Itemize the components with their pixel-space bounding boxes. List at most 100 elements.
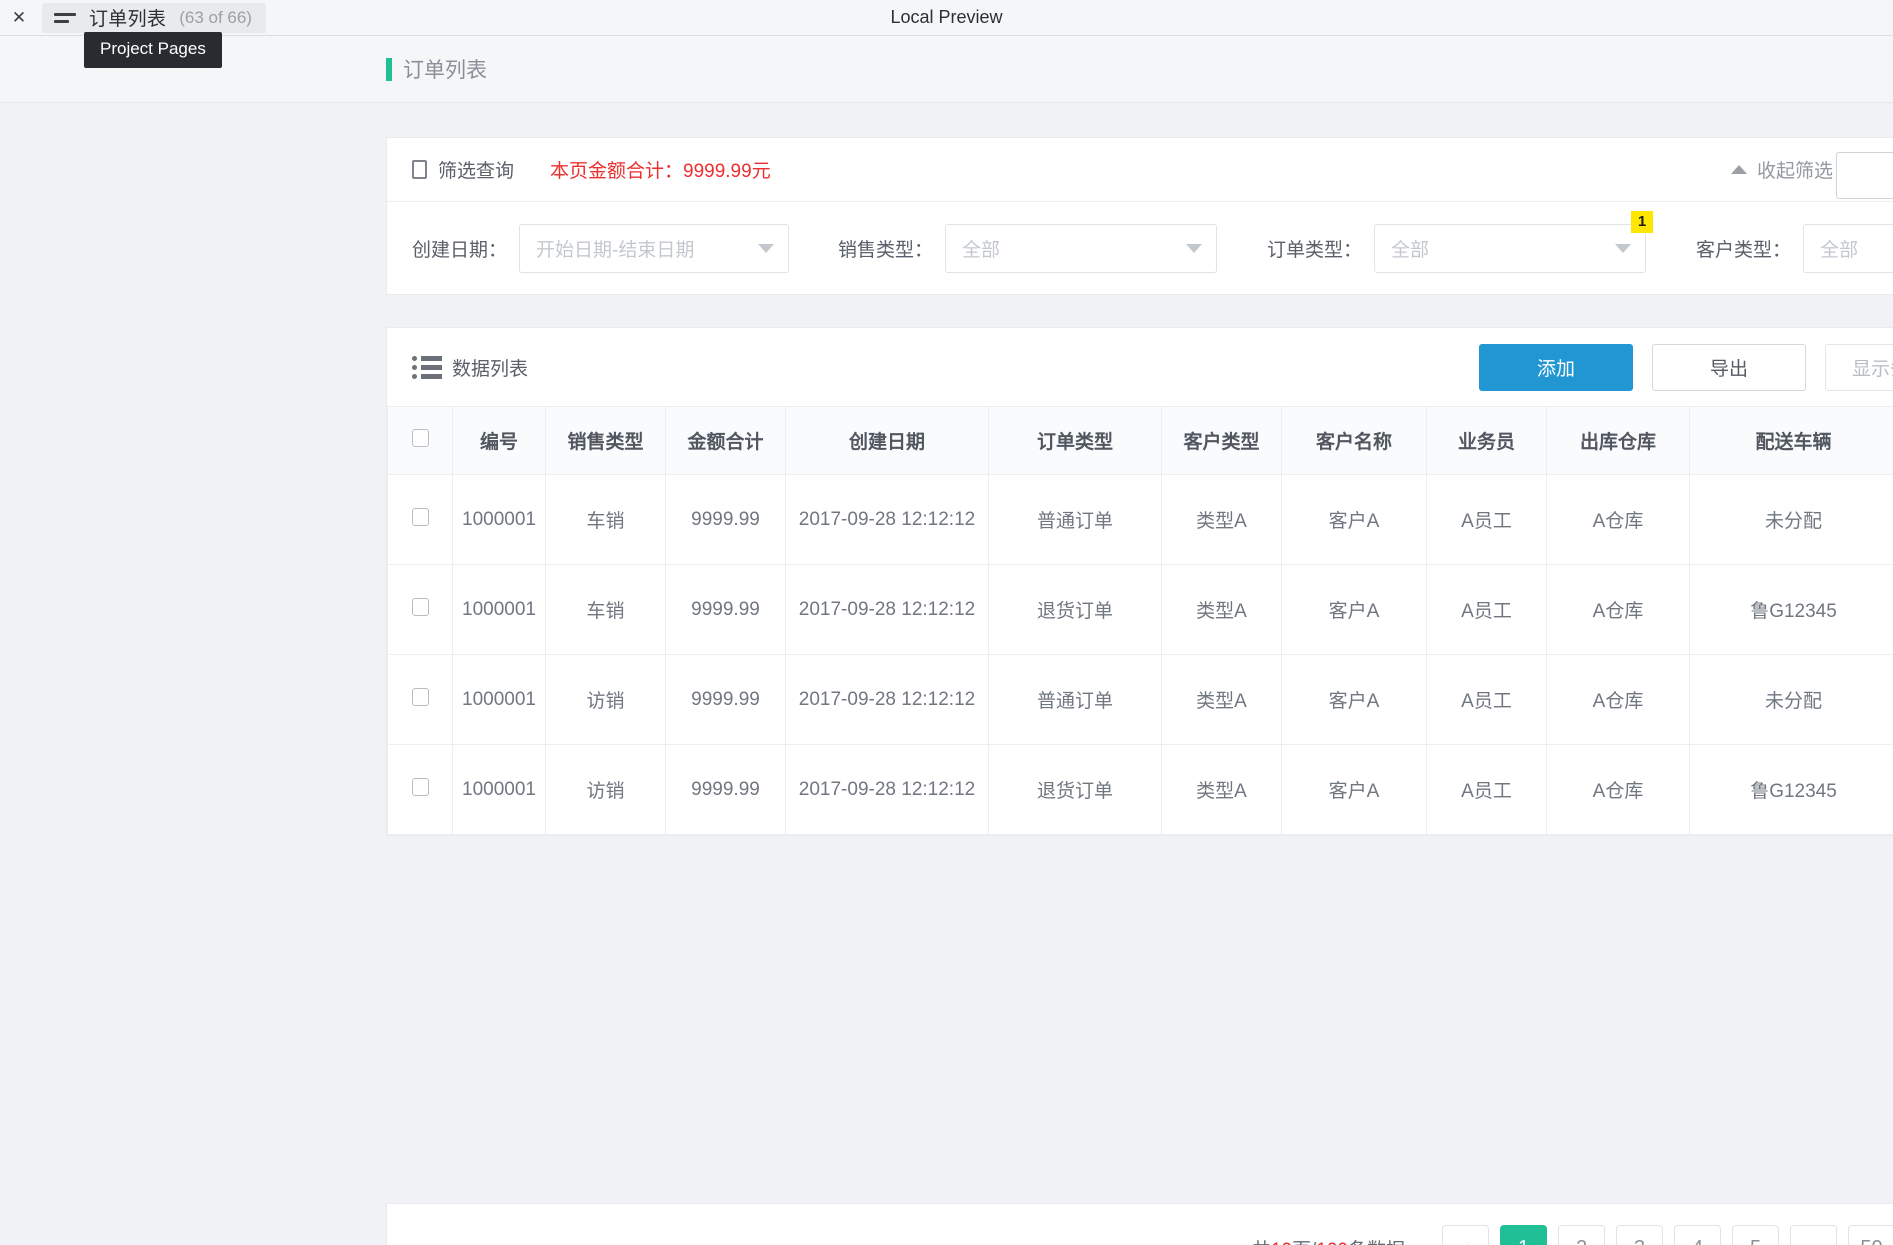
pagination-summary-suffix: 条数据 <box>1348 1240 1405 1245</box>
page-title-accent-bar <box>386 57 392 81</box>
cell-salesperson: A员工 <box>1426 474 1547 565</box>
edge-clipped-input[interactable] <box>1836 152 1893 199</box>
table-header-warehouse: 出库仓库 <box>1546 406 1690 475</box>
cell-salesperson: A员工 <box>1426 654 1547 745</box>
table-header-select-all[interactable] <box>387 406 453 475</box>
hamburger-icon[interactable] <box>54 12 76 23</box>
cell-create-date: 2017-09-28 12:12:12 <box>785 744 989 835</box>
cell-customer-type: 类型A <box>1161 744 1282 835</box>
cell-create-date: 2017-09-28 12:12:12 <box>785 654 989 745</box>
browser-topbar: ✕ 订单列表 (63 of 66) Local Preview Project … <box>0 0 1893 68</box>
orders-table: 编号 销售类型 金额合计 创建日期 订单类型 客户类型 客户名称 业务员 出库仓… <box>387 406 1893 835</box>
customer-type-select[interactable]: 全部 <box>1803 223 1893 273</box>
page-button-50[interactable]: 50 <box>1848 1224 1893 1245</box>
cell-create-date: 2017-09-28 12:12:12 <box>785 474 989 565</box>
cell-id: 1000001 <box>452 654 546 745</box>
data-list-header: 数据列表 添加 导出 显示条数 <box>387 328 1893 406</box>
pagination-summary-mid: 页/ <box>1292 1240 1316 1245</box>
page-button-4[interactable]: 4 <box>1674 1224 1721 1245</box>
tab-count: (63 of 66) <box>179 7 252 27</box>
table-row[interactable]: 1000001 车销 9999.99 2017-09-28 12:12:12 普… <box>387 474 1893 565</box>
row-checkbox-cell[interactable] <box>387 564 453 655</box>
data-list-actions: 添加 导出 显示条数 <box>1479 343 1893 391</box>
cell-id: 1000001 <box>452 564 546 655</box>
row-checkbox[interactable] <box>411 597 429 616</box>
order-type-select[interactable]: 全部 1 <box>1374 210 1654 273</box>
pagination-total-pages: 10 <box>1271 1240 1292 1245</box>
pagination-bar: 共10页/100条数据 ‹ 1 2 3 4 5 … 50 <box>386 1203 1893 1245</box>
field-customer-type: 客户类型： 全部 <box>1696 223 1893 273</box>
data-list-title: 数据列表 <box>452 358 529 380</box>
project-pages-tab[interactable]: 订单列表 (63 of 66) <box>42 2 266 33</box>
cell-salesperson: A员工 <box>1426 564 1547 655</box>
chevron-down-icon <box>758 244 775 253</box>
cell-warehouse: A仓库 <box>1546 474 1690 565</box>
filter-card: 筛选查询 本页金额合计：9999.99元 收起筛选 创建日期： 开始日期-结束日… <box>386 137 1893 295</box>
cell-customer-type: 类型A <box>1161 654 1282 745</box>
table-row[interactable]: 1000001 访销 9999.99 2017-09-28 12:12:12 普… <box>387 654 1893 745</box>
table-row[interactable]: 1000001 车销 9999.99 2017-09-28 12:12:12 退… <box>387 564 1893 655</box>
chevron-up-icon <box>1730 165 1747 174</box>
page-title: 订单列表 <box>403 59 487 82</box>
window-title: Local Preview <box>890 7 1003 27</box>
filter-fields-row: 创建日期： 开始日期-结束日期 销售类型： 全部 订单类型： 全部 1 客户类型… <box>387 202 1893 294</box>
table-header-order-type: 订单类型 <box>988 406 1162 475</box>
row-checkbox-cell[interactable] <box>387 654 453 745</box>
row-checkbox[interactable] <box>411 777 429 796</box>
table-header-amount: 金额合计 <box>665 406 786 475</box>
select-all-checkbox[interactable] <box>411 428 429 447</box>
sale-type-value: 全部 <box>962 239 1001 261</box>
table-header-row: 编号 销售类型 金额合计 创建日期 订单类型 客户类型 客户名称 业务员 出库仓… <box>387 406 1893 475</box>
table-header-sale-type: 销售类型 <box>545 406 666 475</box>
cell-vehicle: 未分配 <box>1689 654 1893 745</box>
page-button-3[interactable]: 3 <box>1616 1224 1663 1245</box>
row-checkbox-cell[interactable] <box>387 744 453 835</box>
customer-type-value: 全部 <box>1820 239 1859 261</box>
chevron-down-icon <box>1615 244 1632 253</box>
cell-id: 1000001 <box>452 744 546 835</box>
field-label-sale-type: 销售类型： <box>838 239 934 261</box>
cell-customer-type: 类型A <box>1161 474 1282 565</box>
add-button[interactable]: 添加 <box>1479 343 1633 391</box>
field-sale-type: 销售类型： 全部 <box>838 223 1218 273</box>
close-icon[interactable]: ✕ <box>4 3 34 33</box>
pagination-summary: 共10页/100条数据 <box>1252 1235 1405 1245</box>
cell-order-type: 普通订单 <box>988 654 1162 745</box>
cell-sale-type: 车销 <box>545 564 666 655</box>
cell-vehicle: 未分配 <box>1689 474 1893 565</box>
cell-vehicle: 鲁G12345 <box>1689 744 1893 835</box>
cell-create-date: 2017-09-28 12:12:12 <box>785 564 989 655</box>
cell-customer-name: 客户A <box>1281 744 1427 835</box>
cell-order-type: 退货订单 <box>988 744 1162 835</box>
page-button-5[interactable]: 5 <box>1732 1224 1779 1245</box>
row-checkbox[interactable] <box>411 687 429 706</box>
filter-header: 筛选查询 本页金额合计：9999.99元 收起筛选 <box>387 138 1893 202</box>
create-date-input[interactable]: 开始日期-结束日期 <box>519 223 790 273</box>
sale-type-select[interactable]: 全部 <box>945 223 1218 273</box>
row-checkbox-cell[interactable] <box>387 474 453 565</box>
page-button-2[interactable]: 2 <box>1558 1224 1605 1245</box>
filter-icon <box>412 160 427 179</box>
pagination-summary-prefix: 共 <box>1252 1240 1271 1245</box>
field-label-order-type: 订单类型： <box>1267 239 1363 261</box>
chevron-left-icon[interactable]: ‹ <box>1442 1224 1489 1245</box>
cell-customer-name: 客户A <box>1281 654 1427 745</box>
export-button[interactable]: 导出 <box>1652 343 1806 391</box>
cell-sale-type: 车销 <box>545 474 666 565</box>
tooltip-project-pages: Project Pages <box>84 32 222 68</box>
page-button-1[interactable]: 1 <box>1500 1224 1547 1245</box>
order-type-value: 全部 <box>1391 239 1430 261</box>
table-header-customer-name: 客户名称 <box>1281 406 1427 475</box>
collapse-filter-button[interactable]: 收起筛选 <box>1730 156 1833 183</box>
cell-amount: 9999.99 <box>665 564 786 655</box>
cell-customer-name: 客户A <box>1281 564 1427 655</box>
table-row[interactable]: 1000001 访销 9999.99 2017-09-28 12:12:12 退… <box>387 744 1893 835</box>
field-order-type: 订单类型： 全部 1 <box>1267 210 1654 273</box>
cell-amount: 9999.99 <box>665 474 786 565</box>
page-size-select[interactable]: 显示条数 <box>1825 343 1893 391</box>
list-icon <box>412 355 442 379</box>
field-label-customer-type: 客户类型： <box>1696 239 1792 261</box>
filter-label: 筛选查询 <box>438 161 515 182</box>
row-checkbox[interactable] <box>411 507 429 526</box>
create-date-placeholder: 开始日期-结束日期 <box>536 239 695 261</box>
